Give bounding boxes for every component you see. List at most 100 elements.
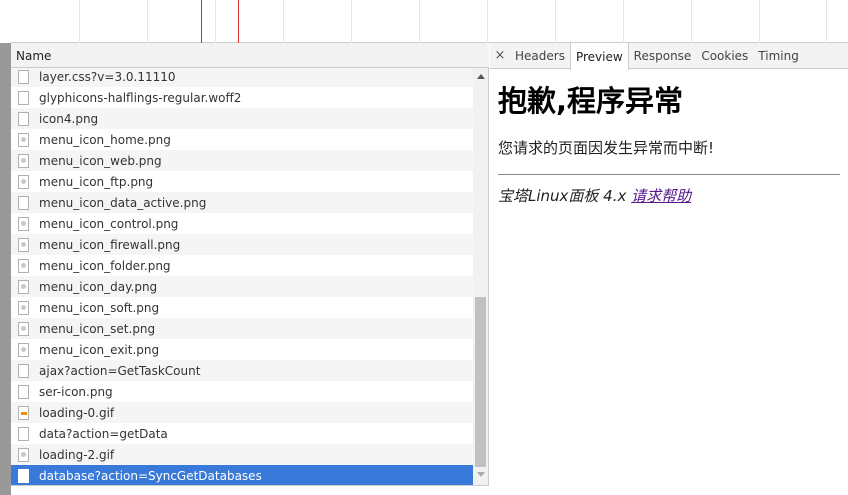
request-row[interactable]: menu_icon_web.png bbox=[11, 150, 473, 171]
image-icon bbox=[18, 153, 29, 168]
document-icon bbox=[18, 195, 29, 210]
scrollbar-thumb[interactable] bbox=[475, 297, 486, 467]
request-name: menu_icon_exit.png bbox=[39, 342, 160, 357]
request-name: loading-0.gif bbox=[39, 405, 115, 420]
request-row[interactable]: menu_icon_home.png bbox=[11, 129, 473, 150]
preview-divider bbox=[498, 174, 840, 175]
column-header-name[interactable]: Name bbox=[16, 49, 51, 63]
request-row[interactable]: ser-icon.png bbox=[11, 381, 473, 402]
document-icon bbox=[18, 384, 29, 399]
left-gutter bbox=[0, 43, 11, 495]
tab-cookies[interactable]: Cookies bbox=[696, 43, 753, 68]
request-row[interactable]: loading-0.gif bbox=[11, 402, 473, 423]
image-icon bbox=[18, 132, 29, 147]
network-timeline-overview[interactable] bbox=[0, 0, 848, 43]
timeline-gridline bbox=[555, 0, 556, 43]
timeline-gutter bbox=[0, 0, 11, 43]
timeline-gridline bbox=[419, 0, 420, 43]
preview-title: 抱歉,程序异常 bbox=[498, 84, 684, 118]
help-link[interactable]: 请求帮助 bbox=[631, 187, 691, 205]
request-name: glyphicons-halflings-regular.woff2 bbox=[39, 90, 242, 105]
document-icon bbox=[18, 90, 29, 105]
status-bar bbox=[11, 485, 489, 495]
request-name: ser-icon.png bbox=[39, 384, 113, 399]
close-icon[interactable]: × bbox=[490, 43, 510, 68]
image-icon bbox=[18, 447, 29, 462]
request-name: menu_icon_data_active.png bbox=[39, 195, 207, 210]
request-row[interactable]: menu_icon_soft.png bbox=[11, 297, 473, 318]
request-row[interactable]: menu_icon_exit.png bbox=[11, 339, 473, 360]
request-name: menu_icon_soft.png bbox=[39, 300, 160, 315]
document-icon bbox=[18, 468, 29, 483]
timeline-gridline bbox=[351, 0, 352, 43]
timeline-gridline bbox=[826, 0, 827, 43]
document-icon bbox=[18, 363, 29, 378]
timeline-gridline bbox=[79, 0, 80, 43]
document-icon bbox=[18, 69, 29, 84]
request-name: menu_icon_home.png bbox=[39, 132, 171, 147]
request-name: ajax?action=GetTaskCount bbox=[39, 363, 201, 378]
footer-text: 宝塔Linux面板 4.x bbox=[498, 187, 632, 205]
timeline-gridline bbox=[147, 0, 148, 43]
request-row[interactable]: menu_icon_ftp.png bbox=[11, 171, 473, 192]
request-row[interactable]: icon4.png bbox=[11, 108, 473, 129]
request-name: menu_icon_folder.png bbox=[39, 258, 171, 273]
timeline-gridline bbox=[623, 0, 624, 43]
timeline-gridline bbox=[487, 0, 488, 43]
request-name: menu_icon_ftp.png bbox=[39, 174, 154, 189]
network-request-list: Name layer.css?v=3.0.11110 glyphicons-hal… bbox=[11, 43, 489, 495]
list-header: Name bbox=[11, 43, 489, 68]
timeline-gridline bbox=[283, 0, 284, 43]
preview-content: 抱歉,程序异常 您请求的页面因发生异常而中断! 宝塔Linux面板 4.x 请求… bbox=[498, 83, 840, 206]
image-icon bbox=[18, 237, 29, 252]
request-name: database?action=SyncGetDatabases bbox=[39, 468, 262, 483]
request-row[interactable]: layer.css?v=3.0.11110 bbox=[11, 68, 473, 87]
tab-headers[interactable]: Headers bbox=[510, 43, 570, 68]
image-icon bbox=[18, 174, 29, 189]
request-name: menu_icon_set.png bbox=[39, 321, 156, 336]
request-row[interactable]: glyphicons-halflings-regular.woff2 bbox=[11, 87, 473, 108]
request-row[interactable]: menu_icon_firewall.png bbox=[11, 234, 473, 255]
image-icon bbox=[18, 342, 29, 357]
preview-footer: 宝塔Linux面板 4.x 请求帮助 bbox=[498, 185, 840, 206]
request-row[interactable]: ajax?action=GetTaskCount bbox=[11, 360, 473, 381]
request-name: layer.css?v=3.0.11110 bbox=[39, 69, 176, 84]
timeline-gridline bbox=[215, 0, 216, 43]
list-scrollbar[interactable] bbox=[473, 68, 488, 485]
image-icon bbox=[18, 279, 29, 294]
request-row[interactable]: menu_icon_folder.png bbox=[11, 255, 473, 276]
request-detail-panel: × Headers Preview Response Cookies Timing 抱歉… bbox=[490, 43, 848, 495]
request-rows: layer.css?v=3.0.11110 glyphicons-halfling… bbox=[11, 68, 473, 485]
preview-message: 您请求的页面因发生异常而中断! bbox=[498, 139, 715, 157]
request-name: loading-2.gif bbox=[39, 447, 115, 462]
request-row[interactable]: data?action=getData bbox=[11, 423, 473, 444]
timeline-dom-content-loaded-marker bbox=[201, 0, 202, 43]
document-icon bbox=[18, 426, 29, 441]
tab-timing[interactable]: Timing bbox=[753, 43, 804, 68]
image-icon bbox=[18, 321, 29, 336]
request-row[interactable]: database?action=SyncGetDatabases bbox=[11, 465, 473, 485]
gif-icon bbox=[18, 405, 29, 420]
request-name: icon4.png bbox=[39, 111, 99, 126]
request-row[interactable]: menu_icon_day.png bbox=[11, 276, 473, 297]
tab-response[interactable]: Response bbox=[629, 43, 697, 68]
scroll-up-arrow-icon[interactable] bbox=[477, 74, 485, 79]
scroll-down-arrow-icon[interactable] bbox=[477, 472, 485, 477]
request-name: menu_icon_firewall.png bbox=[39, 237, 181, 252]
request-name: menu_icon_day.png bbox=[39, 279, 158, 294]
timeline-load-marker bbox=[238, 0, 239, 43]
document-icon bbox=[18, 111, 29, 126]
detail-tabs: × Headers Preview Response Cookies Timing bbox=[490, 43, 848, 70]
image-icon bbox=[18, 300, 29, 315]
request-name: data?action=getData bbox=[39, 426, 168, 441]
timeline-gridline bbox=[691, 0, 692, 43]
timeline-gridline bbox=[759, 0, 760, 43]
tab-preview[interactable]: Preview bbox=[569, 43, 629, 70]
image-icon bbox=[18, 216, 29, 231]
request-row[interactable]: menu_icon_set.png bbox=[11, 318, 473, 339]
request-name: menu_icon_control.png bbox=[39, 216, 179, 231]
image-icon bbox=[18, 258, 29, 273]
request-row[interactable]: loading-2.gif bbox=[11, 444, 473, 465]
request-row[interactable]: menu_icon_control.png bbox=[11, 213, 473, 234]
request-row[interactable]: menu_icon_data_active.png bbox=[11, 192, 473, 213]
